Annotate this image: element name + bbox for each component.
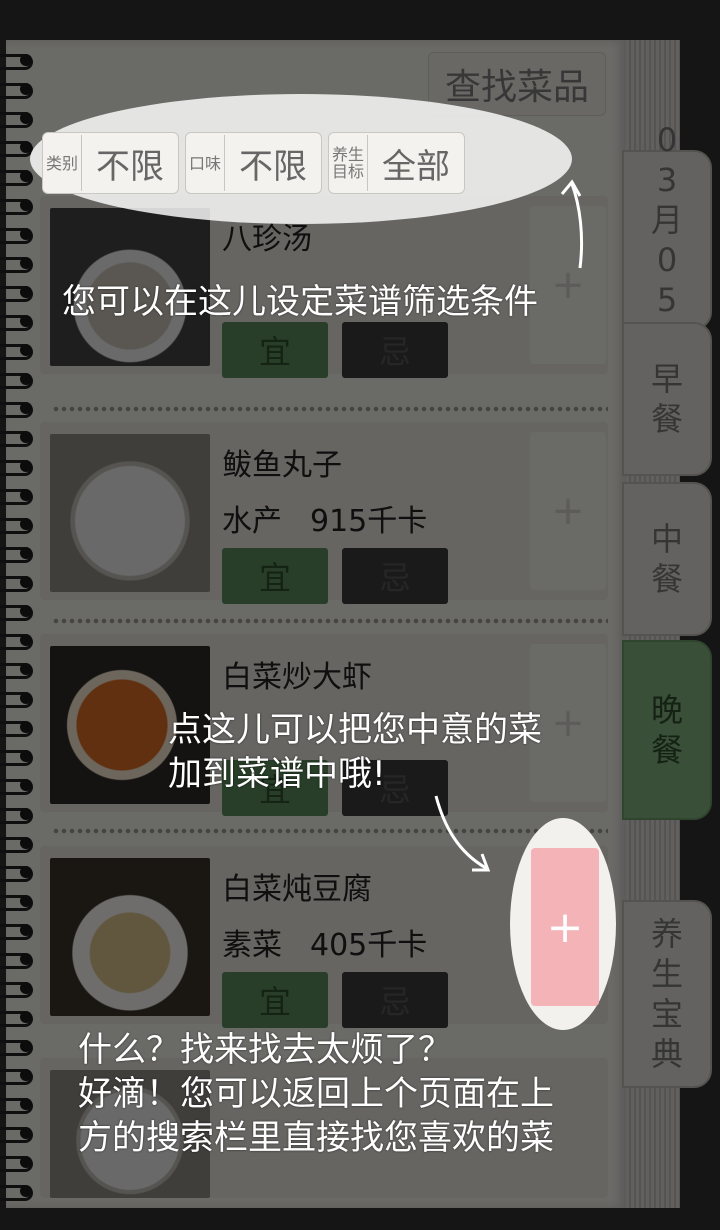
perforation-divider xyxy=(52,828,608,834)
add-to-menu-button[interactable]: + xyxy=(531,848,599,1006)
recipe-meta: 素菜 405千卡 xyxy=(222,920,427,964)
binder-ring xyxy=(0,1154,34,1172)
binder-ring xyxy=(0,951,34,969)
binder-ring xyxy=(0,284,34,302)
add-to-menu-button[interactable]: + xyxy=(530,432,606,590)
recipe-calories: 405千卡 xyxy=(310,928,428,963)
avoid-button[interactable]: 忌 xyxy=(342,322,448,378)
suitable-button[interactable]: 宜 xyxy=(222,322,328,378)
binder-ring xyxy=(0,1096,34,1114)
suitable-button[interactable]: 宜 xyxy=(222,972,328,1028)
tab-health-guide[interactable]: 养生宝典 xyxy=(622,900,712,1088)
binder-ring xyxy=(0,139,34,157)
recipe-card[interactable]: 鲅鱼丸子 水产 915千卡 宜 忌 + xyxy=(40,422,608,604)
binder-ring xyxy=(0,52,34,70)
filter-taste-value: 不限 xyxy=(239,146,307,187)
suitable-button[interactable]: 宜 xyxy=(222,548,328,604)
filter-category-value: 不限 xyxy=(96,146,164,187)
binder-ring xyxy=(0,748,34,766)
binder-ring xyxy=(0,313,34,331)
binder-ring xyxy=(0,255,34,273)
binder-rings xyxy=(0,40,40,1210)
binder-ring xyxy=(0,168,34,186)
tab-dinner[interactable]: 晚餐 xyxy=(622,640,712,820)
binder-ring xyxy=(0,603,34,621)
binder-ring xyxy=(0,835,34,853)
recipe-photo xyxy=(50,858,210,1016)
binder-ring xyxy=(0,429,34,447)
filter-category[interactable]: 类别 不限 xyxy=(42,132,179,194)
perforation-divider xyxy=(52,406,608,412)
tab-health-guide-label: 养生宝典 xyxy=(650,915,683,1073)
binder-ring xyxy=(0,893,34,911)
binder-ring xyxy=(0,690,34,708)
binder-ring xyxy=(0,400,34,418)
filter-health-goal-value: 全部 xyxy=(382,146,450,187)
tab-date[interactable]: 03月05日 xyxy=(622,121,712,359)
tip-filter: 您可以在这儿设定菜谱筛选条件 xyxy=(62,282,538,322)
tip-search-line3: 方的搜索栏里直接找您喜欢的菜 xyxy=(78,1118,554,1158)
tip-add: 点这儿可以把您中意的菜 加到菜谱中哦! xyxy=(168,708,542,796)
recipe-photo xyxy=(50,434,210,592)
binder-ring xyxy=(0,1125,34,1143)
binder-ring xyxy=(0,110,34,128)
binder-ring xyxy=(0,980,34,998)
binder-ring xyxy=(0,81,34,99)
recipe-title: 白菜炒大虾 xyxy=(222,660,372,695)
tab-lunch-label: 中餐 xyxy=(650,520,683,598)
binder-ring xyxy=(0,574,34,592)
binder-ring xyxy=(0,197,34,215)
recipe-calories: 915千卡 xyxy=(310,504,428,539)
binder-ring xyxy=(0,458,34,476)
binder-ring xyxy=(0,1183,34,1201)
binder-ring xyxy=(0,632,34,650)
avoid-button[interactable]: 忌 xyxy=(342,548,448,604)
binder-ring xyxy=(0,719,34,737)
binder-ring xyxy=(0,487,34,505)
tip-add-line1: 点这儿可以把您中意的菜 xyxy=(168,710,542,750)
filter-taste[interactable]: 口味 不限 xyxy=(185,132,322,194)
binder-ring xyxy=(0,777,34,795)
recipe-category: 素菜 xyxy=(222,928,282,963)
binder-ring xyxy=(0,922,34,940)
tab-dinner-label: 晚餐 xyxy=(650,691,683,769)
perforation-divider xyxy=(52,618,608,624)
arrow-up-icon xyxy=(560,179,584,269)
recipe-title: 白菜炖豆腐 xyxy=(222,872,372,907)
binder-ring xyxy=(0,806,34,824)
highlighted-filter-bar: 类别 不限 口味 不限 养生目标 全部 xyxy=(42,132,465,194)
binder-ring xyxy=(0,226,34,244)
binder-ring xyxy=(0,516,34,534)
binder-ring xyxy=(0,545,34,563)
recipe-meta: 水产 915千卡 xyxy=(222,496,427,540)
filter-health-goal[interactable]: 养生目标 全部 xyxy=(328,132,465,194)
tip-search-line1: 什么？找来找去太烦了？ xyxy=(78,1030,452,1070)
tip-search: 什么？找来找去太烦了？ 好滴！您可以返回上个页面在上 方的搜索栏里直接找您喜欢的… xyxy=(78,1028,554,1160)
binder-ring xyxy=(0,1009,34,1027)
arrow-down-right-icon xyxy=(434,795,491,872)
binder-ring xyxy=(0,661,34,679)
tip-search-line2: 好滴！您可以返回上个页面在上 xyxy=(78,1074,554,1114)
binder-ring xyxy=(0,864,34,882)
binder-ring xyxy=(0,1038,34,1056)
tab-breakfast-label: 早餐 xyxy=(650,360,683,438)
binder-ring xyxy=(0,1067,34,1085)
avoid-button[interactable]: 忌 xyxy=(342,972,448,1028)
filter-category-key: 类别 xyxy=(43,135,82,191)
tab-lunch[interactable]: 中餐 xyxy=(622,482,712,636)
filter-taste-key: 口味 xyxy=(186,135,225,191)
filter-health-goal-key: 养生目标 xyxy=(329,135,368,191)
recipe-title: 鲅鱼丸子 xyxy=(222,448,342,483)
binder-ring xyxy=(0,342,34,360)
tab-breakfast[interactable]: 早餐 xyxy=(622,322,712,476)
binder-ring xyxy=(0,371,34,389)
recipe-category: 水产 xyxy=(222,504,282,539)
